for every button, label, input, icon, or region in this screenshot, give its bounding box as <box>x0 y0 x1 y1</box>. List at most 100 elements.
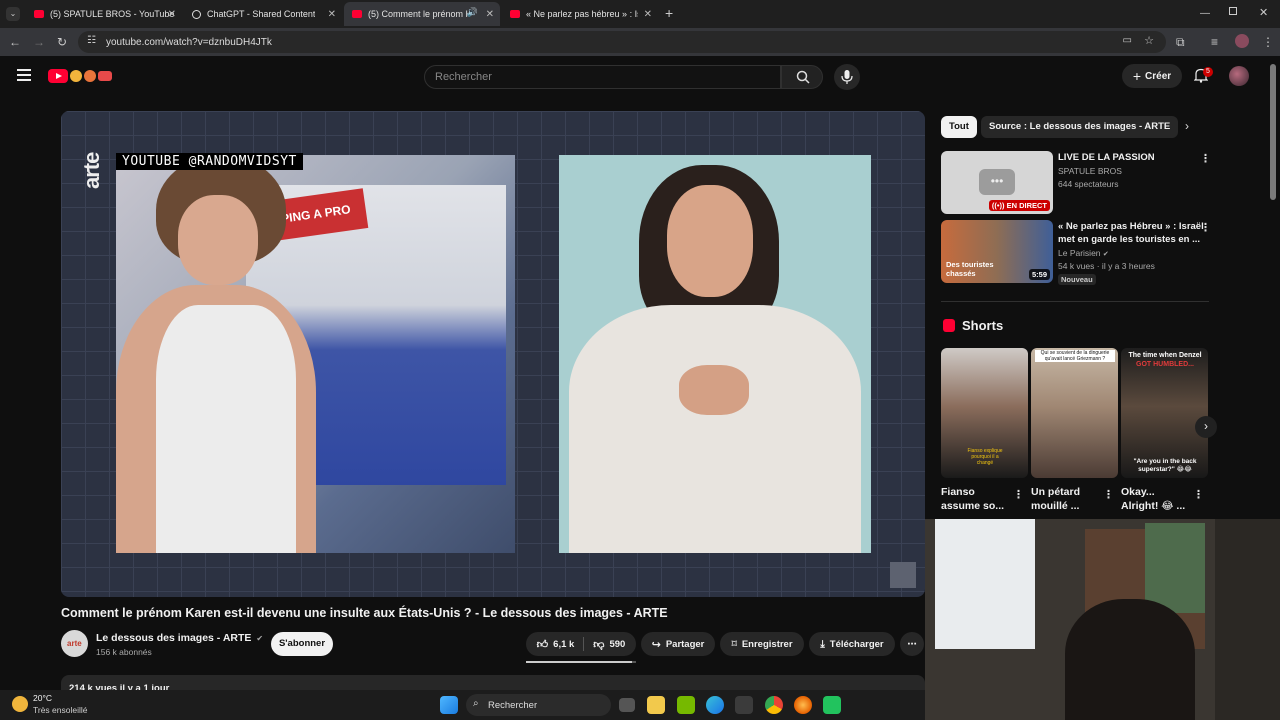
notifications-count-badge: 5 <box>1203 67 1213 77</box>
windows-taskbar: 20°C Très ensoleillé ⌕ Rechercher <box>0 690 925 720</box>
thumb-caption: Des touristes chassés <box>946 260 994 278</box>
webcam-person <box>1065 599 1195 720</box>
weather-widget[interactable]: 20°C Très ensoleillé <box>12 693 102 717</box>
browser-menu-icon[interactable]: ⋮ <box>1262 34 1274 50</box>
extensions-icon[interactable]: ⧉ <box>1176 34 1185 50</box>
subscribe-button[interactable]: S'abonner <box>271 632 333 656</box>
rec-thumbnail-live[interactable]: ••• ((•)) EN DIRECT <box>941 151 1053 214</box>
short-caption: Qui se souvient de la dinguerie qu'avait… <box>1035 350 1115 362</box>
chips-next-chevron-icon[interactable]: › <box>1185 119 1189 133</box>
tab-comment-karen[interactable]: (5) Comment le prénom Ka 🔊 ✕ <box>344 2 500 26</box>
rec-thumbnail-news[interactable]: Des touristes chassés 5:59 <box>941 220 1053 283</box>
short-title[interactable]: Un pétard mouillé ... <box>1031 485 1105 513</box>
voice-search-button[interactable] <box>834 64 860 90</box>
shorts-next-button[interactable]: › <box>1195 416 1217 438</box>
task-view-icon[interactable] <box>619 698 635 712</box>
save-button[interactable]: ⌑ Enregistrer <box>720 632 804 656</box>
download-button[interactable]: ⤓ Télécharger <box>809 632 895 656</box>
start-windows-icon[interactable] <box>440 696 458 714</box>
cast-icon[interactable]: ▭ <box>1123 35 1132 46</box>
tab-spatule-bros[interactable]: (5) SPATULE BROS - YouTube ✕ <box>26 2 182 26</box>
left-video-frame: PING A PRO <box>116 155 515 553</box>
more-actions-button[interactable]: ⋯ <box>900 632 924 656</box>
short-more-vertical-icon[interactable]: ⋮ <box>1103 488 1114 501</box>
edge-icon[interactable] <box>706 696 724 714</box>
short-title[interactable]: Fianso assume so... <box>941 485 1015 513</box>
youtube-logo[interactable] <box>48 69 114 83</box>
profile-avatar[interactable] <box>1235 34 1249 48</box>
short-thumbnail[interactable]: Qui se souvient de la dinguerie qu'avait… <box>1031 348 1118 478</box>
short-thumbnail[interactable]: Fianso explique pourquoi il a changé <box>941 348 1028 478</box>
rec-title-line-2[interactable]: met en garde les touristes en ... <box>1058 233 1203 246</box>
account-avatar[interactable] <box>1229 66 1249 86</box>
channel-name[interactable]: Le dessous des images - ARTE ✔ <box>96 632 263 644</box>
reload-icon[interactable]: ↻ <box>57 34 67 50</box>
close-tab-icon[interactable]: ✕ <box>486 9 494 20</box>
person-tank-top <box>156 305 296 553</box>
channel-avatar[interactable]: arte <box>61 630 88 657</box>
address-bar[interactable]: ☷ youtube.com/watch?v=dznbuDH4JTk ▭ ☆ <box>78 31 1166 53</box>
chip-all[interactable]: Tout <box>941 116 977 138</box>
new-tab-plus-icon[interactable]: + <box>665 6 673 20</box>
back-arrow-icon[interactable]: ← <box>9 34 21 50</box>
short-title[interactable]: Okay... Alright! 😂 ... <box>1121 485 1195 513</box>
right-video-frame <box>559 155 871 553</box>
search-button[interactable] <box>781 65 823 89</box>
chrome-icon[interactable] <box>765 696 783 714</box>
site-info-icon[interactable]: ☷ <box>87 35 96 46</box>
tab-ne-parlez-pas-hebreu[interactable]: « Ne parlez pas hébreu » : Israë ✕ <box>502 2 658 26</box>
page-scrollbar[interactable] <box>1270 64 1276 200</box>
close-tab-icon[interactable]: ✕ <box>644 9 652 20</box>
file-explorer-icon[interactable] <box>647 696 665 714</box>
like-button[interactable]: 👍︎ 6,1 k <box>537 638 575 651</box>
short-more-vertical-icon[interactable]: ⋮ <box>1013 488 1024 501</box>
subscriber-count: 156 k abonnés <box>96 647 152 657</box>
bookmark-star-icon[interactable]: ☆ <box>1144 34 1154 47</box>
hamburger-menu-icon[interactable] <box>17 69 31 81</box>
like-dislike-group: 👍︎ 6,1 k 👎︎ 590 <box>526 632 636 656</box>
reading-list-icon[interactable]: ≡ <box>1211 34 1218 50</box>
short-caption-top: The time when Denzel <box>1128 352 1202 359</box>
tab-list-chevron-icon[interactable]: ⌄ <box>6 7 20 21</box>
firefox-icon[interactable] <box>794 696 812 714</box>
create-button[interactable]: + Créer <box>1122 64 1182 88</box>
webcam-overlay <box>925 519 1280 720</box>
rec-channel[interactable]: SPATULE BROS <box>1058 165 1122 178</box>
rec-more-vertical-icon[interactable]: ⋮ <box>1200 152 1211 165</box>
short-thumbnail[interactable]: The time when Denzel GOT HUMBLED... "Are… <box>1121 348 1208 478</box>
chevron-right-icon: › <box>1204 419 1208 433</box>
rec-title-line-1[interactable]: « Ne parlez pas Hébreu » : Israël <box>1058 220 1204 233</box>
close-tab-icon[interactable]: ✕ <box>328 9 336 20</box>
restore-icon[interactable] <box>1229 7 1237 15</box>
weather-sun-icon <box>12 696 28 712</box>
youtube-icon <box>510 10 520 18</box>
tab-chatgpt[interactable]: ChatGPT - Shared Content ✕ <box>184 2 342 26</box>
shorts-logo-icon <box>943 319 955 332</box>
short-more-vertical-icon[interactable]: ⋮ <box>1193 488 1204 501</box>
video-player[interactable]: arte PING A PRO YOUTUBE @RANDOMVIDSYT <box>61 111 925 597</box>
minimize-icon[interactable]: — <box>1200 8 1210 19</box>
store-icon[interactable] <box>735 696 753 714</box>
webcam-window <box>935 519 1035 649</box>
audio-playing-icon[interactable]: 🔊 <box>467 7 478 18</box>
green-app-icon[interactable] <box>823 696 841 714</box>
short-caption-red: GOT HUMBLED... <box>1136 361 1194 368</box>
taskbar-search[interactable]: ⌕ Rechercher <box>466 694 611 716</box>
rec-channel[interactable]: Le Parisien ✔ <box>1058 247 1109 261</box>
search-icon <box>796 70 810 84</box>
rec-title[interactable]: LIVE DE LA PASSION <box>1058 151 1198 164</box>
close-window-icon[interactable]: ✕ <box>1259 6 1268 19</box>
rec-more-vertical-icon[interactable]: ⋮ <box>1200 221 1211 234</box>
webcam-wall <box>1215 519 1280 720</box>
chip-source-channel[interactable]: Source : Le dessous des images - ARTE <box>981 116 1179 138</box>
dislike-button[interactable]: 👎︎ 590 <box>593 638 625 651</box>
share-button[interactable]: ↪ Partager <box>641 632 715 656</box>
presenter-sweater <box>569 305 861 553</box>
browser-tab-strip: ⌄ (5) SPATULE BROS - YouTube ✕ ChatGPT -… <box>0 0 1280 28</box>
like-ratio-fill <box>526 661 632 663</box>
chatgpt-icon <box>192 9 201 19</box>
forward-arrow-icon[interactable]: → <box>33 34 45 50</box>
nvidia-icon[interactable] <box>677 696 695 714</box>
close-tab-icon[interactable]: ✕ <box>168 9 176 20</box>
search-input[interactable]: Rechercher <box>424 65 781 89</box>
